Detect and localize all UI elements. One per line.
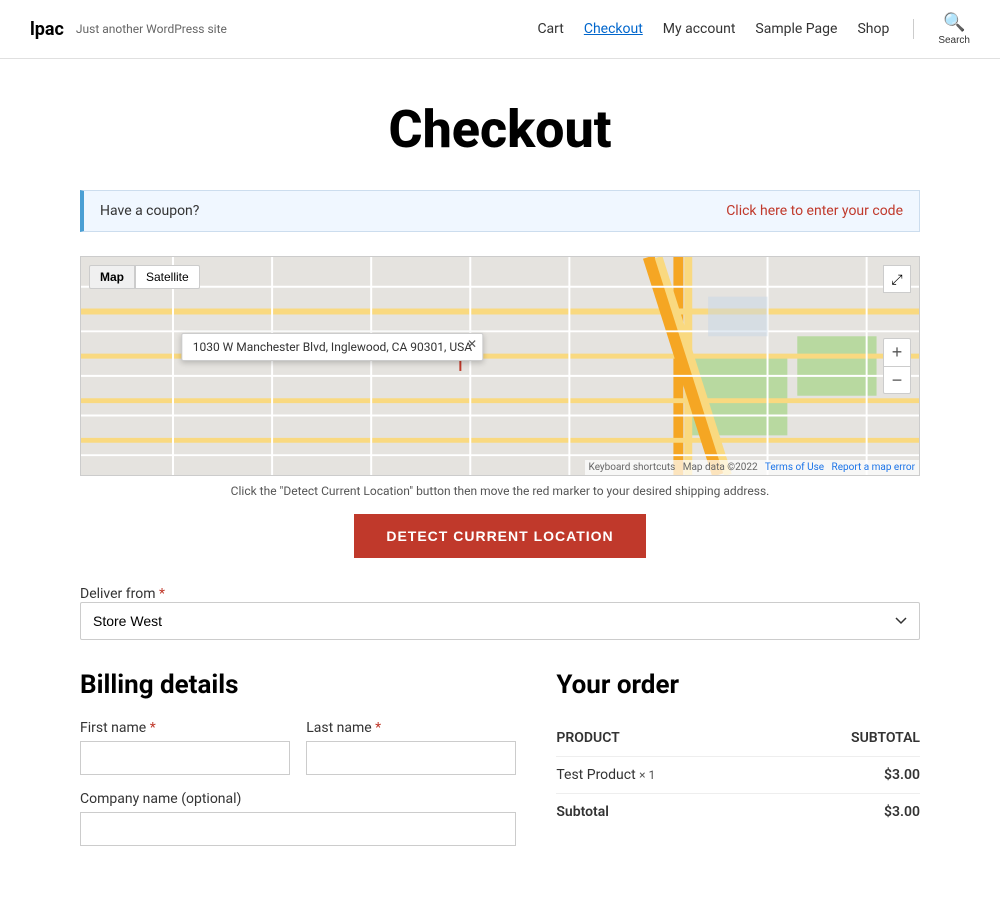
company-input[interactable] xyxy=(80,812,516,846)
order-table: PRODUCT SUBTOTAL Test Product × 1 $3.00 … xyxy=(556,720,920,830)
terms-of-use[interactable]: Terms of Use xyxy=(765,462,824,473)
checkout-columns: Billing details First name * Last name * xyxy=(80,670,920,862)
deliver-required-star: * xyxy=(159,586,165,602)
report-map[interactable]: Report a map error xyxy=(832,462,915,473)
coupon-text: Have a coupon? xyxy=(100,203,199,219)
table-row: Test Product × 1 $3.00 xyxy=(556,757,920,794)
nav-cart[interactable]: Cart xyxy=(537,21,563,37)
last-name-group: Last name * xyxy=(306,720,516,775)
map-tab-map[interactable]: Map xyxy=(89,265,135,289)
map-popup: 1030 W Manchester Blvd, Inglewood, CA 90… xyxy=(182,333,483,361)
popup-address: 1030 W Manchester Blvd, Inglewood, CA 90… xyxy=(193,340,472,354)
keyboard-shortcuts: Keyboard shortcuts xyxy=(589,462,676,473)
order-column: Your order PRODUCT SUBTOTAL Test Product… xyxy=(556,670,920,862)
map-container: Map Satellite ⤢ 1030 W Manchester Blvd, … xyxy=(80,256,920,476)
main-nav: Cart Checkout My account Sample Page Sho… xyxy=(537,12,970,46)
order-product-cell: Test Product × 1 xyxy=(556,757,770,794)
order-total-header: SUBTOTAL xyxy=(771,720,920,757)
nav-checkout[interactable]: Checkout xyxy=(584,21,643,37)
last-name-label: Last name * xyxy=(306,720,516,736)
billing-title: Billing details xyxy=(80,670,516,700)
billing-column: Billing details First name * Last name * xyxy=(80,670,516,862)
coupon-bar: Have a coupon? Click here to enter your … xyxy=(80,190,920,232)
expand-button[interactable]: ⤢ xyxy=(883,265,911,293)
deliver-from-section: Deliver from * Store West Store East Sto… xyxy=(80,586,920,640)
first-name-label: First name * xyxy=(80,720,290,736)
map-svg xyxy=(81,257,919,475)
search-label: Search xyxy=(938,35,970,46)
popup-close[interactable]: ✕ xyxy=(467,337,477,351)
map-zoom: + − xyxy=(883,338,911,394)
product-name: Test Product xyxy=(556,767,635,783)
map-placeholder: Map Satellite ⤢ 1030 W Manchester Blvd, … xyxy=(81,257,919,475)
detect-button-wrapper: DETECT CURRENT LOCATION xyxy=(80,514,920,558)
map-tab-satellite[interactable]: Satellite xyxy=(135,265,200,289)
nav-shop[interactable]: Shop xyxy=(857,21,889,37)
company-label: Company name (optional) xyxy=(80,791,516,807)
product-qty: × 1 xyxy=(639,768,655,782)
first-name-group: First name * xyxy=(80,720,290,775)
first-name-required: * xyxy=(150,720,156,736)
name-row: First name * Last name * xyxy=(80,720,516,775)
map-tabs: Map Satellite xyxy=(89,265,200,289)
company-row: Company name (optional) xyxy=(80,791,516,846)
site-tagline: Just another WordPress site xyxy=(76,22,227,36)
main-content: Checkout Have a coupon? Click here to en… xyxy=(50,59,950,902)
subtotal-price: $3.00 xyxy=(771,794,920,831)
last-name-required: * xyxy=(375,720,381,736)
map-data: Map data ©2022 xyxy=(683,462,758,473)
map-hint: Click the "Detect Current Location" butt… xyxy=(80,484,920,498)
nav-samplepage[interactable]: Sample Page xyxy=(755,21,837,37)
subtotal-row: Subtotal $3.00 xyxy=(556,794,920,831)
map-attribution: Keyboard shortcuts Map data ©2022 Terms … xyxy=(585,460,919,475)
order-title: Your order xyxy=(556,670,920,700)
map-expand: ⤢ xyxy=(883,265,911,293)
search-button[interactable]: 🔍 Search xyxy=(938,12,970,46)
detect-location-button[interactable]: DETECT CURRENT LOCATION xyxy=(354,514,645,558)
site-name: lpac xyxy=(30,19,64,40)
nav-myaccount[interactable]: My account xyxy=(663,21,736,37)
search-icon: 🔍 xyxy=(943,12,965,33)
zoom-in-button[interactable]: + xyxy=(883,338,911,366)
subtotal-label: Subtotal xyxy=(556,794,770,831)
product-price: $3.00 xyxy=(771,757,920,794)
page-title: Checkout xyxy=(80,99,920,160)
company-group: Company name (optional) xyxy=(80,791,516,846)
site-header: lpac Just another WordPress site Cart Ch… xyxy=(0,0,1000,59)
zoom-out-button[interactable]: − xyxy=(883,366,911,394)
nav-divider xyxy=(913,19,914,39)
deliver-from-select[interactable]: Store West Store East Store North xyxy=(80,602,920,640)
order-product-header: PRODUCT xyxy=(556,720,770,757)
first-name-input[interactable] xyxy=(80,741,290,775)
deliver-from-label: Deliver from * xyxy=(80,586,165,602)
last-name-input[interactable] xyxy=(306,741,516,775)
coupon-link[interactable]: Click here to enter your code xyxy=(726,203,903,219)
